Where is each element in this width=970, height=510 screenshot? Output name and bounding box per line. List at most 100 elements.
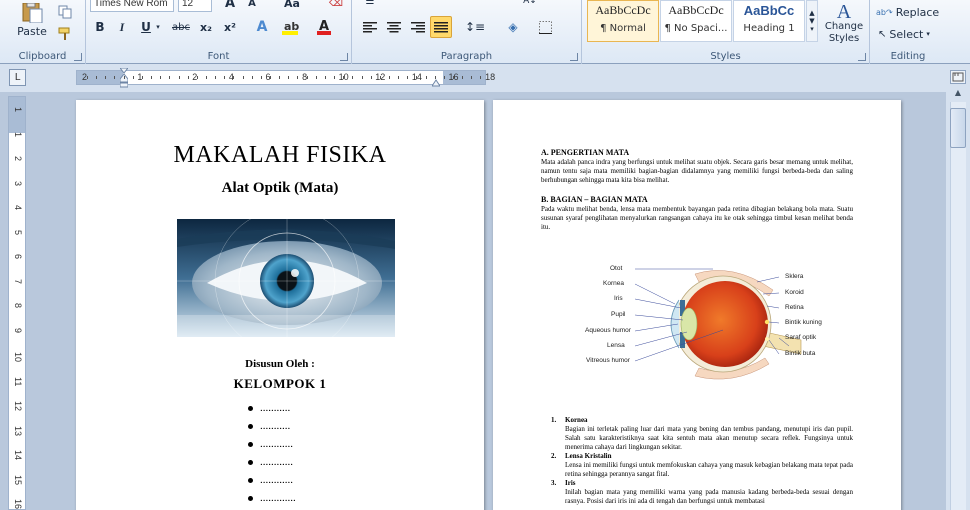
ruler-tick — [196, 76, 198, 79]
horizontal-ruler[interactable]: 2124681012141618 — [76, 67, 495, 88]
vertical-ruler[interactable]: 1 1 2 3 4 5 6 7 8 9 10 11 12 13 14 15 16 — [8, 96, 26, 510]
section-a-title: A. PENGERTIAN MATA — [541, 148, 630, 157]
ruler-tick — [443, 76, 445, 79]
list-item-title: Lensa Kristalin — [565, 452, 612, 460]
ruler-toggle-button[interactable] — [950, 70, 966, 84]
font-size-combo[interactable]: 12 — [178, 0, 212, 12]
line-spacing-button[interactable]: ↕≡ — [464, 18, 486, 36]
scroll-up-icon: ▲ — [809, 9, 815, 17]
borders-button[interactable] — [534, 18, 556, 36]
ruler-tick — [288, 76, 290, 79]
style-heading1-tile[interactable]: AaBbCc Heading 1 — [733, 0, 805, 42]
member-name: ............ — [260, 456, 293, 468]
more-icon: ▾ — [810, 25, 814, 33]
scroll-thumb[interactable] — [950, 108, 966, 148]
underline-button[interactable]: U — [136, 18, 156, 36]
ruler-tick — [343, 76, 345, 79]
list-number: 1. — [551, 416, 557, 424]
vruler-number: 13 — [13, 425, 23, 436]
align-center-button[interactable] — [384, 18, 404, 36]
bold-button[interactable]: B — [90, 18, 110, 36]
document-subtitle: Alat Optik (Mata) — [221, 180, 339, 196]
shrink-font-button[interactable]: A — [242, 0, 262, 12]
sort-button[interactable]: A↓ — [520, 0, 540, 6]
bullets-icon: ☰ — [365, 0, 375, 7]
ruler-tick — [334, 76, 336, 79]
list-item: ............ — [248, 453, 296, 471]
list-item-body: Inilah bagian mata yang memiliki warna y… — [565, 488, 853, 505]
ruler-tick — [187, 76, 189, 79]
font-color-button[interactable]: A — [314, 18, 334, 36]
diagram-label: Aqueous humor — [585, 327, 631, 334]
shading-button[interactable]: ◈ — [502, 18, 524, 36]
clipboard-launcher-icon[interactable] — [74, 53, 82, 61]
paragraph-launcher-icon[interactable] — [570, 53, 578, 61]
styles-launcher-icon[interactable] — [858, 53, 866, 61]
right-indent-marker[interactable] — [431, 77, 441, 87]
chevron-down-icon: ▾ — [926, 30, 930, 38]
superscript-button[interactable]: x² — [220, 18, 240, 36]
ruler-tick — [480, 76, 482, 79]
document-page-1[interactable]: MAKALAH FISIKA Alat Optik (Mata) Disusun… — [76, 100, 484, 510]
member-name: ............. — [260, 492, 296, 504]
vruler-number: 1 — [13, 131, 23, 137]
ruler-tick — [178, 76, 180, 79]
document-page-2[interactable]: A. PENGERTIAN MATA Mata adalah panca ind… — [493, 100, 901, 510]
vertical-scrollbar[interactable]: ▲ — [946, 64, 970, 510]
ruler-tick — [87, 76, 88, 79]
change-case-icon: Aa — [284, 0, 300, 10]
highlight-button[interactable]: ab — [280, 18, 300, 36]
align-right-button[interactable] — [408, 18, 428, 36]
scroll-up-button[interactable]: ▲ — [950, 86, 966, 100]
tab-selector[interactable]: L — [9, 69, 26, 86]
clear-formatting-button[interactable]: ⌫ — [326, 0, 346, 12]
underline-dropdown-icon[interactable]: ▾ — [154, 22, 162, 32]
diagram-label: Koroid — [785, 289, 804, 296]
style-normal-tile[interactable]: AaBbCcDc ¶ Normal — [587, 0, 659, 42]
styles-gallery-scroll[interactable]: ▲ ▼ ▾ — [806, 0, 818, 42]
bullet-icon — [248, 477, 253, 483]
copy-button[interactable] — [56, 4, 74, 20]
strikethrough-button[interactable]: abc — [168, 18, 194, 36]
style-no-spacing-tile[interactable]: AaBbCcDc ¶ No Spaci... — [660, 0, 732, 42]
diagram-label: Bintik buta — [785, 350, 816, 357]
vruler-top-margin — [9, 97, 25, 133]
vruler-number: 16 — [13, 499, 23, 510]
subscript-button[interactable]: x₂ — [196, 18, 216, 36]
clipboard-group: Paste Clipboard — [0, 0, 86, 64]
copy-icon — [58, 5, 72, 19]
ruler-tick — [96, 76, 98, 79]
bullets-button[interactable]: ☰ — [360, 0, 380, 7]
ruler-number: 18 — [485, 72, 496, 82]
align-left-button[interactable] — [360, 18, 380, 36]
vruler-number: 15 — [13, 474, 23, 485]
paint-bucket-icon: ◈ — [508, 20, 518, 34]
grow-font-button[interactable]: A — [220, 0, 240, 12]
paste-button[interactable]: Paste — [12, 0, 52, 40]
format-painter-button[interactable] — [56, 26, 74, 42]
ruler-tick — [224, 76, 226, 79]
scroll-track[interactable] — [950, 102, 966, 510]
member-name: ........... — [260, 402, 291, 414]
font-launcher-icon[interactable] — [340, 53, 348, 61]
font-name-combo[interactable]: Times New Rom — [90, 0, 174, 12]
diagram-label: Vitreous humor — [586, 357, 630, 364]
section-a-body: Mata adalah panca indra yang berfungsi u… — [541, 158, 853, 184]
section-b-body: Pada waktu melihat benda, lensa mata mem… — [541, 205, 853, 231]
change-styles-label: Change Styles — [824, 21, 864, 44]
text-effects-button[interactable]: A — [252, 18, 272, 36]
italic-button[interactable]: I — [112, 18, 132, 36]
ruler-tick — [462, 76, 464, 79]
justify-button[interactable] — [430, 16, 452, 38]
change-styles-button[interactable]: A Change Styles — [820, 0, 868, 48]
group-name: KELOMPOK 1 — [233, 376, 327, 391]
cursor-icon: ↖ — [878, 28, 887, 40]
list-item: 1. Kornea Bagian ini terletak paling lua… — [551, 416, 853, 452]
select-button[interactable]: ↖ Select ▾ — [878, 26, 930, 42]
replace-button[interactable]: ab↷ Replace — [876, 4, 939, 20]
change-case-button[interactable]: Aa — [282, 0, 302, 12]
diagram-label: Kornea — [603, 280, 624, 287]
ruler-tick — [114, 76, 116, 79]
list-item: ........... — [248, 399, 296, 417]
list-number: 3. — [551, 479, 557, 487]
